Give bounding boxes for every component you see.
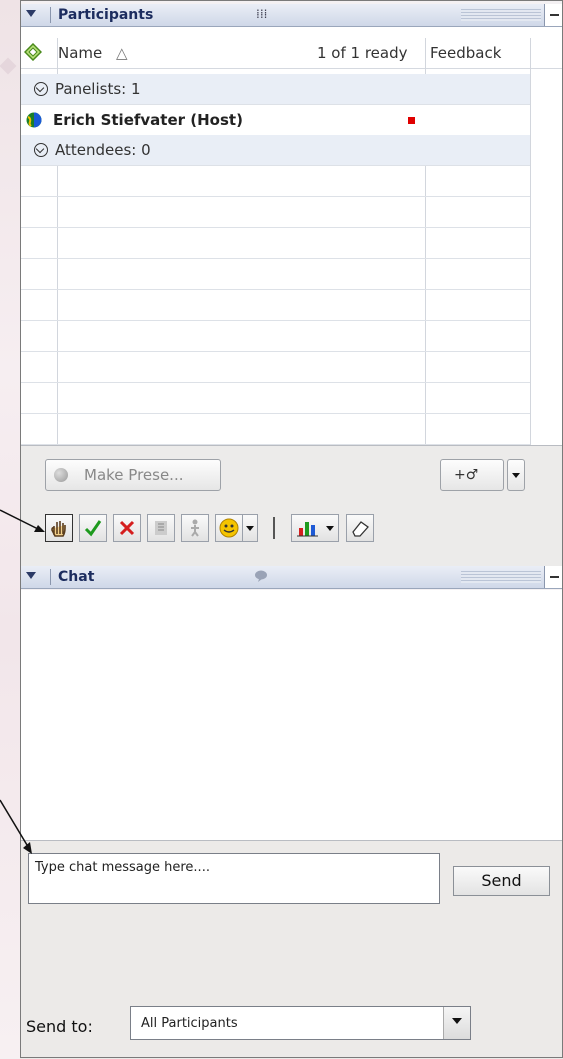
annotation-arrows: [0, 509, 45, 854]
